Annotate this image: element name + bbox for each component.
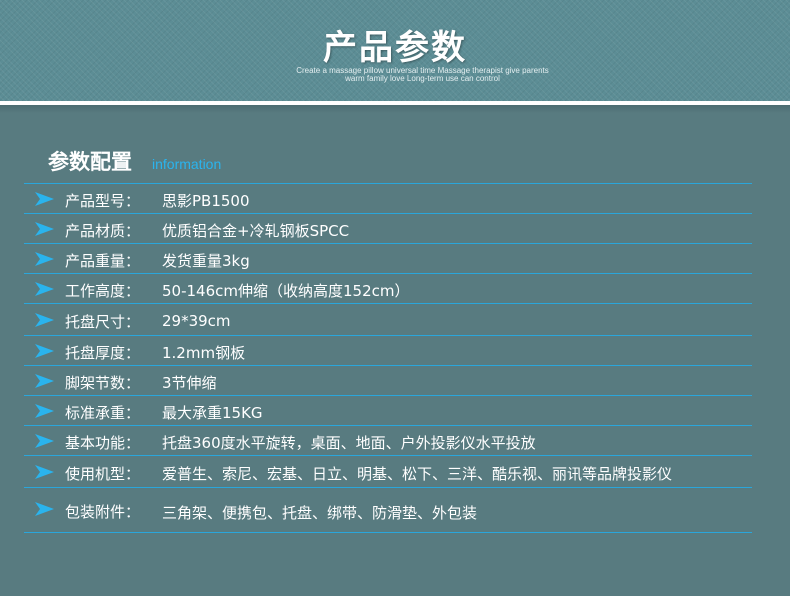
spec-row: 产品重量： 发货重量3kg	[24, 243, 752, 273]
spec-label: 脚架节数：	[65, 374, 141, 392]
spec-value: 发货重量3kg	[162, 252, 250, 270]
spec-row: 托盘厚度： 1.2mm钢板	[24, 335, 752, 365]
spec-row: 工作高度： 50-146cm伸缩（收纳高度152cm）	[24, 273, 752, 303]
arrow-icon	[35, 313, 54, 327]
arrow-icon	[35, 465, 54, 479]
spec-value: 1.2mm钢板	[162, 344, 246, 362]
spec-label: 工作高度：	[65, 282, 141, 300]
spec-row: 产品型号： 思影PB1500	[24, 183, 752, 213]
spec-value: 爱普生、索尼、宏基、日立、明基、松下、三洋、酷乐视、丽讯等品牌投影仪	[162, 465, 673, 483]
spec-row: 产品材质： 优质铝合金+冷轧钢板SPCC	[24, 213, 752, 243]
banner-title: 产品参数	[323, 28, 467, 68]
arrow-icon	[35, 374, 54, 388]
spec-row: 基本功能： 托盘360度水平旋转，桌面、地面、户外投影仪水平投放	[24, 425, 752, 455]
banner-shadow	[0, 105, 790, 113]
banner-subtitle-line2: warm family love Long-term use can contr…	[345, 74, 500, 83]
arrow-icon	[35, 282, 54, 296]
spec-label: 产品型号：	[65, 192, 141, 210]
spec-value: 思影PB1500	[162, 192, 250, 210]
spec-table: 产品型号： 思影PB1500 产品材质： 优质铝合金+冷轧钢板SPCC 产品重量…	[24, 183, 752, 533]
arrow-icon	[35, 502, 54, 516]
spec-row: 脚架节数： 3节伸缩	[24, 365, 752, 395]
spec-label: 基本功能：	[65, 434, 141, 452]
arrow-icon	[35, 404, 54, 418]
section-heading: 参数配置 information	[48, 146, 221, 176]
spec-row: 使用机型： 爱普生、索尼、宏基、日立、明基、松下、三洋、酷乐视、丽讯等品牌投影仪	[24, 455, 752, 487]
section-title-en: information	[152, 156, 222, 172]
spec-label: 托盘尺寸：	[65, 313, 141, 331]
arrow-icon	[35, 192, 54, 206]
spec-row: 包装附件： 三角架、便携包、托盘、绑带、防滑垫、外包装	[24, 487, 752, 533]
spec-label: 托盘厚度：	[65, 344, 141, 362]
spec-value: 29*39cm	[162, 312, 231, 330]
spec-value: 50-146cm伸缩（收纳高度152cm）	[162, 282, 410, 300]
spec-label: 产品重量：	[65, 252, 141, 270]
spec-label: 标准承重：	[65, 404, 141, 422]
section-title: 参数配置	[48, 150, 132, 174]
arrow-icon	[35, 222, 54, 236]
spec-value: 优质铝合金+冷轧钢板SPCC	[162, 222, 350, 240]
header-banner: 产品参数 Create a massage pillow universal t…	[0, 0, 790, 103]
spec-value: 三角架、便携包、托盘、绑带、防滑垫、外包装	[162, 504, 478, 522]
spec-row: 托盘尺寸： 29*39cm	[24, 303, 752, 335]
arrow-icon	[35, 252, 54, 266]
spec-value: 托盘360度水平旋转，桌面、地面、户外投影仪水平投放	[162, 434, 536, 452]
spec-label: 产品材质：	[65, 222, 141, 240]
spec-value: 最大承重15KG	[162, 404, 263, 422]
spec-label: 包装附件：	[65, 503, 141, 521]
spec-row: 标准承重： 最大承重15KG	[24, 395, 752, 425]
spec-value: 3节伸缩	[162, 374, 217, 392]
spec-label: 使用机型：	[65, 465, 141, 483]
arrow-icon	[35, 344, 54, 358]
arrow-icon	[35, 434, 54, 448]
